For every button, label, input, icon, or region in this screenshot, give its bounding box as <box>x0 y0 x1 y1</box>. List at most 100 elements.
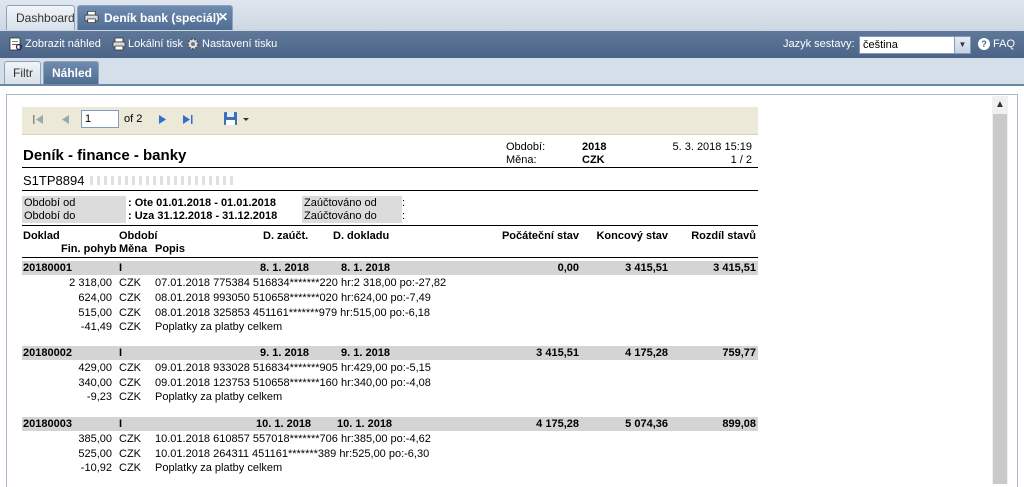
col-fin-pohyb: Fin. pohyb <box>61 243 117 255</box>
currency-label: Měna: <box>506 154 537 166</box>
line-currency: CZK <box>119 391 141 403</box>
doc-number: 20180001 <box>23 262 72 274</box>
doc-start-balance: 0,00 <box>557 262 579 274</box>
line-currency: CZK <box>119 292 141 304</box>
filter-label: Období od <box>24 197 76 209</box>
line-amount: -10,92 <box>80 462 112 474</box>
line-description: Poplatky za platby celkem <box>155 391 283 403</box>
filter-label: Zaúčtováno od <box>304 197 377 209</box>
next-page-icon[interactable] <box>157 113 168 126</box>
tab-strip: Dashboard Deník bank (speciál) ✕ <box>0 0 1024 32</box>
divider <box>22 190 758 191</box>
doc-date: 9. 1. 2018 <box>341 347 390 359</box>
line-description: 09.01.2018 933028 516834*******905 hr:42… <box>155 362 431 374</box>
main-toolbar: Zobrazit náhled Lokální tisk Nastavení t… <box>0 31 1024 58</box>
gear-icon <box>187 38 199 50</box>
col-d-dokladu: D. dokladu <box>333 230 390 242</box>
doc-posting-date: 8. 1. 2018 <box>260 262 309 274</box>
help-icon: ? <box>978 38 990 50</box>
tab-filtr[interactable]: Filtr <box>4 61 41 84</box>
filter-label: Období do <box>24 210 76 222</box>
doc-end-balance: 5 074,36 <box>625 418 668 430</box>
line-amount: 2 318,00 <box>69 277 112 289</box>
last-page-icon[interactable] <box>181 113 194 126</box>
line-description: 08.01.2018 325853 451161*******979 hr:51… <box>155 307 431 319</box>
report-language-label: Jazyk sestavy: <box>783 38 855 50</box>
dropdown-arrow-icon[interactable] <box>242 115 250 123</box>
divider <box>22 225 758 226</box>
divider <box>22 167 758 168</box>
line-description: 09.01.2018 123753 510658*******160 hr:34… <box>155 377 431 389</box>
filter-value: : <box>402 210 406 222</box>
doc-number: 20180003 <box>23 418 72 430</box>
chevron-down-icon[interactable]: ▼ <box>954 37 970 53</box>
tab-nahled[interactable]: Náhled <box>43 61 99 84</box>
page-number-input[interactable]: 1 <box>81 110 119 128</box>
doc-period: I <box>119 418 123 430</box>
period-label: Období: <box>506 141 546 153</box>
currency-value: CZK <box>582 154 605 166</box>
col-koncovy: Koncový stav <box>596 230 668 242</box>
tab-dashboard[interactable]: Dashboard <box>6 5 75 30</box>
print-timestamp: 5. 3. 2018 15:19 <box>672 141 752 153</box>
local-print-button[interactable]: Lokální tisk <box>112 31 183 58</box>
col-mena: Měna <box>119 243 148 255</box>
line-currency: CZK <box>119 448 141 460</box>
line-amount: 624,00 <box>78 292 112 304</box>
col-popis: Popis <box>155 243 185 255</box>
doc-period: I <box>119 347 123 359</box>
view-tabs: Filtr Náhled <box>0 58 1024 86</box>
filter-value: : <box>402 197 406 209</box>
line-description: Poplatky za platby celkem <box>155 321 283 333</box>
preview-icon <box>9 37 23 51</box>
filter-value: : Uza 31.12.2018 - 31.12.2018 <box>128 210 278 222</box>
tab-denik-bank[interactable]: Deník bank (speciál) ✕ <box>77 5 233 30</box>
close-icon[interactable]: ✕ <box>218 5 228 29</box>
report-language-select[interactable]: čeština ▼ <box>859 36 971 54</box>
line-description: 08.01.2018 993050 510658*******020 hr:62… <box>155 292 431 304</box>
doc-posting-date: 10. 1. 2018 <box>256 418 312 430</box>
line-currency: CZK <box>119 377 141 389</box>
doc-start-balance: 4 175,28 <box>536 418 579 430</box>
doc-date: 10. 1. 2018 <box>337 418 393 430</box>
col-pocatecni: Počáteční stav <box>501 230 579 242</box>
printer-icon <box>112 37 126 51</box>
line-currency: CZK <box>119 321 141 333</box>
line-description: 10.01.2018 610857 557018*******706 hr:38… <box>155 433 431 445</box>
save-icon[interactable] <box>223 111 239 127</box>
col-d-zauct: D. zaúčt. <box>263 230 309 242</box>
col-obdobi: Období <box>119 230 158 242</box>
page-count-label: of 2 <box>124 113 143 125</box>
line-amount: 525,00 <box>78 448 112 460</box>
doc-difference: 899,08 <box>722 418 756 430</box>
redacted-text <box>90 176 235 185</box>
page-indicator: 1 / 2 <box>730 154 752 166</box>
faq-link[interactable]: ? FAQ <box>978 31 1015 58</box>
line-amount: 515,00 <box>78 307 112 319</box>
company-ident: S1TP8894 <box>23 173 85 188</box>
line-currency: CZK <box>119 277 141 289</box>
first-page-icon[interactable] <box>32 113 45 126</box>
divider <box>22 257 758 258</box>
preview-button[interactable]: Zobrazit náhled <box>9 31 101 58</box>
doc-end-balance: 4 175,28 <box>625 347 668 359</box>
doc-difference: 759,77 <box>722 347 756 359</box>
col-rozdil: Rozdíl stavů <box>691 230 756 242</box>
line-amount: -41,49 <box>80 321 112 333</box>
print-settings-button[interactable]: Nastavení tisku <box>186 31 277 58</box>
scroll-thumb[interactable] <box>993 114 1007 484</box>
line-amount: 385,00 <box>78 433 112 445</box>
line-description: 07.01.2018 775384 516834*******220 hr:2 … <box>155 277 447 289</box>
doc-period: I <box>119 262 123 274</box>
doc-posting-date: 9. 1. 2018 <box>260 347 309 359</box>
prev-page-icon[interactable] <box>60 113 71 126</box>
scroll-up-icon[interactable]: ▲ <box>992 96 1008 114</box>
doc-date: 8. 1. 2018 <box>341 262 390 274</box>
line-description: 10.01.2018 264311 451161*******389 hr:52… <box>155 448 430 460</box>
line-amount: 340,00 <box>78 377 112 389</box>
doc-end-balance: 3 415,51 <box>625 262 668 274</box>
line-currency: CZK <box>119 307 141 319</box>
tab-label: Deník bank (speciál) <box>104 11 221 25</box>
line-currency: CZK <box>119 362 141 374</box>
doc-number: 20180002 <box>23 347 72 359</box>
